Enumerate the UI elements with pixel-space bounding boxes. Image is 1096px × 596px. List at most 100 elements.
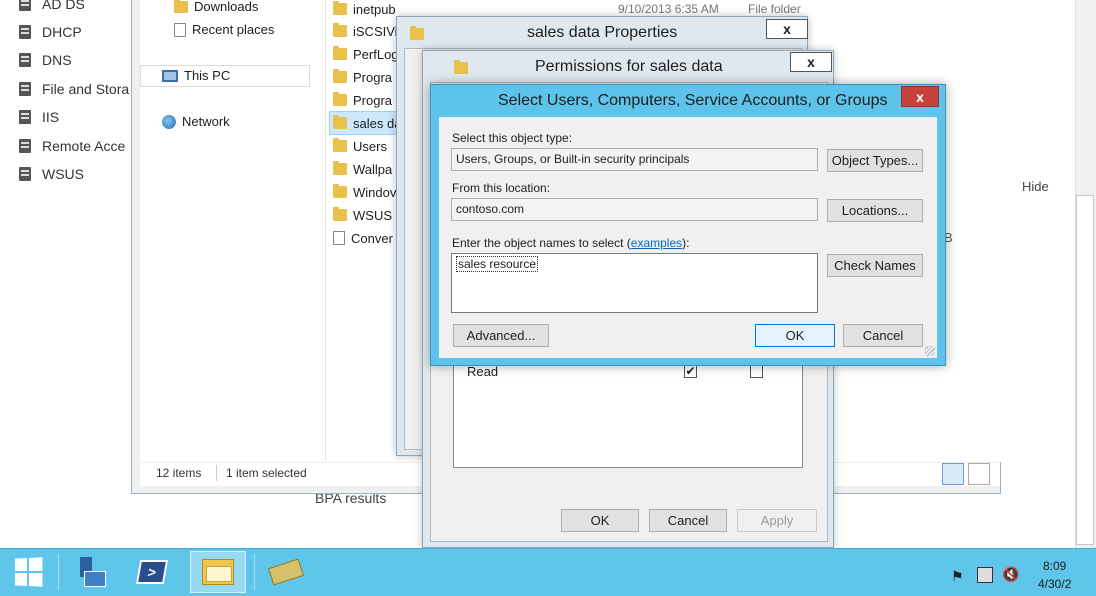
allow-read-checkbox[interactable]: ✔ — [684, 365, 697, 378]
file-row[interactable]: Users — [333, 135, 403, 157]
file-row[interactable]: Progra — [333, 66, 403, 88]
deny-read-checkbox[interactable] — [750, 365, 763, 378]
this-pc-icon — [162, 69, 178, 82]
cancel-button[interactable]: Cancel — [843, 324, 923, 347]
taskbar-app[interactable] — [258, 551, 314, 593]
nav-item-dns[interactable]: DNS — [16, 49, 72, 71]
nav-item-iis[interactable]: IIS — [16, 106, 59, 128]
file-row[interactable]: PerfLog — [333, 43, 403, 65]
status-selected-count: 1 item selected — [226, 466, 307, 480]
object-type-label: Select this object type: — [452, 131, 573, 145]
nav-item-dhcp[interactable]: DHCP — [16, 21, 82, 43]
object-type-field: Users, Groups, or Built-in security prin… — [451, 148, 818, 171]
nav-item-remote-access[interactable]: Remote Acce — [16, 135, 125, 157]
remote-access-icon — [16, 138, 34, 154]
file-storage-icon — [16, 81, 34, 97]
folder-icon — [333, 115, 347, 129]
close-icon: x — [783, 21, 791, 37]
nav-item-ad-ds[interactable]: AD DS — [16, 0, 85, 15]
check-names-button[interactable]: Check Names — [827, 254, 923, 277]
folder-icon — [333, 184, 347, 198]
checkmark-icon: ✔ — [685, 364, 696, 378]
properties-dialog-title: sales data Properties — [527, 24, 678, 41]
permissions-dialog-title: Permissions for sales data — [535, 58, 723, 75]
status-separator — [216, 465, 217, 481]
file-row[interactable]: WSUS — [333, 204, 403, 226]
status-item-count: 12 items — [156, 466, 202, 480]
network-tray-icon[interactable] — [977, 567, 993, 583]
folder-icon — [333, 69, 347, 83]
file-row-sales-data[interactable]: sales da — [333, 112, 403, 134]
nav-network[interactable]: Network — [162, 114, 230, 129]
scrollbar-thumb[interactable] — [1076, 195, 1094, 545]
folder-icon — [333, 92, 347, 106]
clock-time[interactable]: 8:09 — [1043, 559, 1066, 573]
explorer-pane-divider[interactable] — [325, 0, 326, 462]
action-center-flag-icon[interactable]: ⚑ — [951, 568, 964, 585]
close-icon: x — [916, 88, 924, 105]
permissions-ok-button[interactable]: OK — [561, 509, 639, 532]
permissions-apply-button[interactable]: Apply — [737, 509, 817, 532]
large-icons-view-button[interactable] — [968, 463, 990, 485]
wsus-icon — [16, 166, 34, 182]
taskbar-separator — [58, 554, 59, 590]
select-users-dialog-title: Select Users, Computers, Service Account… — [498, 92, 888, 109]
taskbar-file-explorer[interactable] — [190, 551, 246, 593]
folder-icon — [333, 161, 347, 175]
server-manager-icon — [76, 557, 106, 587]
folder-icon — [333, 46, 347, 60]
ad-ds-icon — [16, 0, 34, 12]
folder-icon — [410, 26, 424, 40]
nav-this-pc[interactable]: This PC — [162, 68, 230, 83]
network-icon — [162, 114, 176, 129]
folder-icon — [333, 1, 347, 15]
resize-grip-icon[interactable] — [925, 346, 935, 356]
hide-link[interactable]: Hide — [1022, 179, 1049, 194]
properties-close-button[interactable]: x — [766, 19, 808, 39]
ok-button[interactable]: OK — [755, 324, 835, 347]
object-types-button[interactable]: Object Types... — [827, 149, 923, 172]
permissions-cancel-button[interactable]: Cancel — [649, 509, 727, 532]
location-label: From this location: — [452, 181, 551, 195]
nav-item-file-storage[interactable]: File and Stora — [16, 78, 129, 100]
volume-muted-icon[interactable]: 🔇 — [1002, 566, 1019, 583]
file-row[interactable]: Windov — [333, 181, 403, 203]
location-field: contoso.com — [451, 198, 818, 221]
object-names-value: sales resource — [456, 256, 539, 272]
recent-places-icon — [174, 22, 186, 37]
folder-icon — [333, 138, 347, 152]
folder-icon — [333, 23, 347, 37]
iis-icon — [16, 109, 34, 125]
permissions-close-button[interactable]: x — [790, 52, 832, 72]
object-names-input[interactable]: sales resource — [451, 253, 818, 313]
file-row[interactable]: inetpub — [333, 0, 403, 20]
file-row[interactable]: Progra — [333, 89, 403, 111]
clock-date[interactable]: 4/30/2 — [1038, 577, 1071, 591]
select-users-close-button[interactable]: x — [901, 86, 939, 107]
file-type: File folder — [748, 2, 801, 16]
taskbar-powershell[interactable]: > — [124, 551, 180, 593]
folder-icon — [453, 60, 468, 74]
object-names-label: Enter the object names to select (exampl… — [452, 236, 690, 250]
taskbar-server-manager[interactable] — [62, 551, 118, 593]
nav-downloads[interactable]: Downloads — [174, 0, 258, 14]
details-view-button[interactable] — [942, 463, 964, 485]
taskbar-separator — [254, 554, 255, 590]
nav-recent-places[interactable]: Recent places — [174, 22, 274, 37]
start-button[interactable] — [0, 551, 56, 593]
server-manager-nav: AD DS DHCP DNS File and Stora IIS Remote… — [0, 0, 132, 548]
permission-name: Read — [467, 364, 499, 379]
nav-item-wsus[interactable]: WSUS — [16, 163, 84, 185]
examples-link[interactable]: examples — [631, 236, 682, 250]
dhcp-icon — [16, 24, 34, 40]
downloads-folder-icon — [174, 0, 188, 13]
app-icon — [268, 558, 304, 586]
file-date-modified: 9/10/2013 6:35 AM — [618, 2, 719, 16]
locations-button[interactable]: Locations... — [827, 199, 923, 222]
file-row[interactable]: iSCSIVi — [333, 20, 403, 42]
advanced-button[interactable]: Advanced... — [453, 324, 549, 347]
file-row[interactable]: Wallpa — [333, 158, 403, 180]
file-explorer-icon — [202, 559, 234, 585]
file-row[interactable]: Conver — [333, 227, 403, 249]
dns-icon — [16, 52, 34, 68]
